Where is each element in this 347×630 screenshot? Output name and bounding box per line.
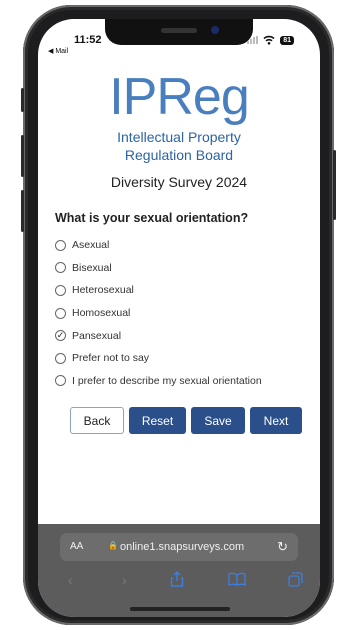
volume-up-button <box>21 135 24 177</box>
option-label: I prefer to describe my sexual orientati… <box>72 374 262 387</box>
back-button[interactable]: Back <box>70 407 124 434</box>
option-homosexual[interactable]: Homosexual <box>55 302 262 325</box>
tabs-icon[interactable] <box>288 572 303 587</box>
option-label: Homosexual <box>72 307 131 320</box>
power-button <box>333 150 336 220</box>
bookmarks-icon[interactable] <box>228 572 246 586</box>
radio-icon[interactable] <box>55 375 66 387</box>
signal-icon <box>247 36 259 44</box>
option-label: Pansexual <box>72 329 122 342</box>
speaker <box>161 28 197 33</box>
reset-button[interactable]: Reset <box>129 407 186 434</box>
radio-icon[interactable] <box>55 352 66 364</box>
radio-icon[interactable] <box>55 262 66 274</box>
option-bisexual[interactable]: Bisexual <box>55 257 262 280</box>
logo-subtitle-line1: Intellectual Property <box>117 129 241 145</box>
url-text: online1.snapsurveys.com <box>120 541 245 553</box>
reload-icon[interactable]: ↻ <box>277 539 288 555</box>
option-self-describe[interactable]: I prefer to describe my sexual orientati… <box>55 370 262 393</box>
ipreg-logo: IPReg <box>109 68 250 126</box>
option-asexual[interactable]: Asexual <box>55 234 262 257</box>
status-time: 11:52 <box>74 34 102 46</box>
radio-icon[interactable] <box>55 284 66 296</box>
phone-screen: 11:52 ◀ Mail 81 IPReg Intellectual Prope… <box>38 19 320 617</box>
front-camera <box>211 26 219 34</box>
option-label: Asexual <box>72 239 110 252</box>
option-pansexual[interactable]: ✓ Pansexual <box>55 324 262 347</box>
radio-checked-icon[interactable]: ✓ <box>55 330 66 342</box>
radio-icon[interactable] <box>55 307 66 319</box>
question-text: What is your sexual orientation? <box>55 211 249 225</box>
option-prefer-not-to-say[interactable]: Prefer not to say <box>55 347 262 370</box>
home-indicator <box>130 607 230 611</box>
next-button[interactable]: Next <box>250 407 302 434</box>
survey-title: Diversity Survey 2024 <box>110 174 248 190</box>
option-label: Prefer not to say <box>72 352 150 365</box>
option-heterosexual[interactable]: Heterosexual <box>55 279 262 302</box>
radio-icon[interactable] <box>55 239 66 251</box>
share-icon[interactable] <box>170 571 184 587</box>
option-label: Heterosexual <box>72 284 134 297</box>
back-arrow-icon[interactable]: ‹ <box>68 572 73 588</box>
volume-down-button <box>21 190 24 232</box>
logo-subtitle-line2: Regulation Board <box>124 147 234 163</box>
notch <box>105 19 253 45</box>
form-buttons: Back Reset Save Next <box>70 407 302 434</box>
forward-arrow-icon[interactable]: › <box>122 572 127 588</box>
lock-icon: 🔒 <box>108 541 118 550</box>
silent-switch <box>21 88 24 112</box>
option-label: Bisexual <box>72 261 112 274</box>
save-button[interactable]: Save <box>191 407 245 434</box>
browser-bar: AA 🔒 online1.snapsurveys.com ↻ ‹ › <box>38 524 320 617</box>
address-bar[interactable]: AA 🔒 online1.snapsurveys.com ↻ <box>60 533 298 561</box>
battery-icon: 81 <box>280 35 294 45</box>
status-icons: 81 <box>247 35 294 45</box>
wifi-icon <box>263 35 275 45</box>
back-to-mail-link[interactable]: ◀ Mail <box>48 47 68 55</box>
text-size-button[interactable]: AA <box>70 541 83 552</box>
browser-toolbar: ‹ › <box>38 569 320 593</box>
orientation-options: Asexual Bisexual Heterosexual Homosexual… <box>55 234 262 392</box>
